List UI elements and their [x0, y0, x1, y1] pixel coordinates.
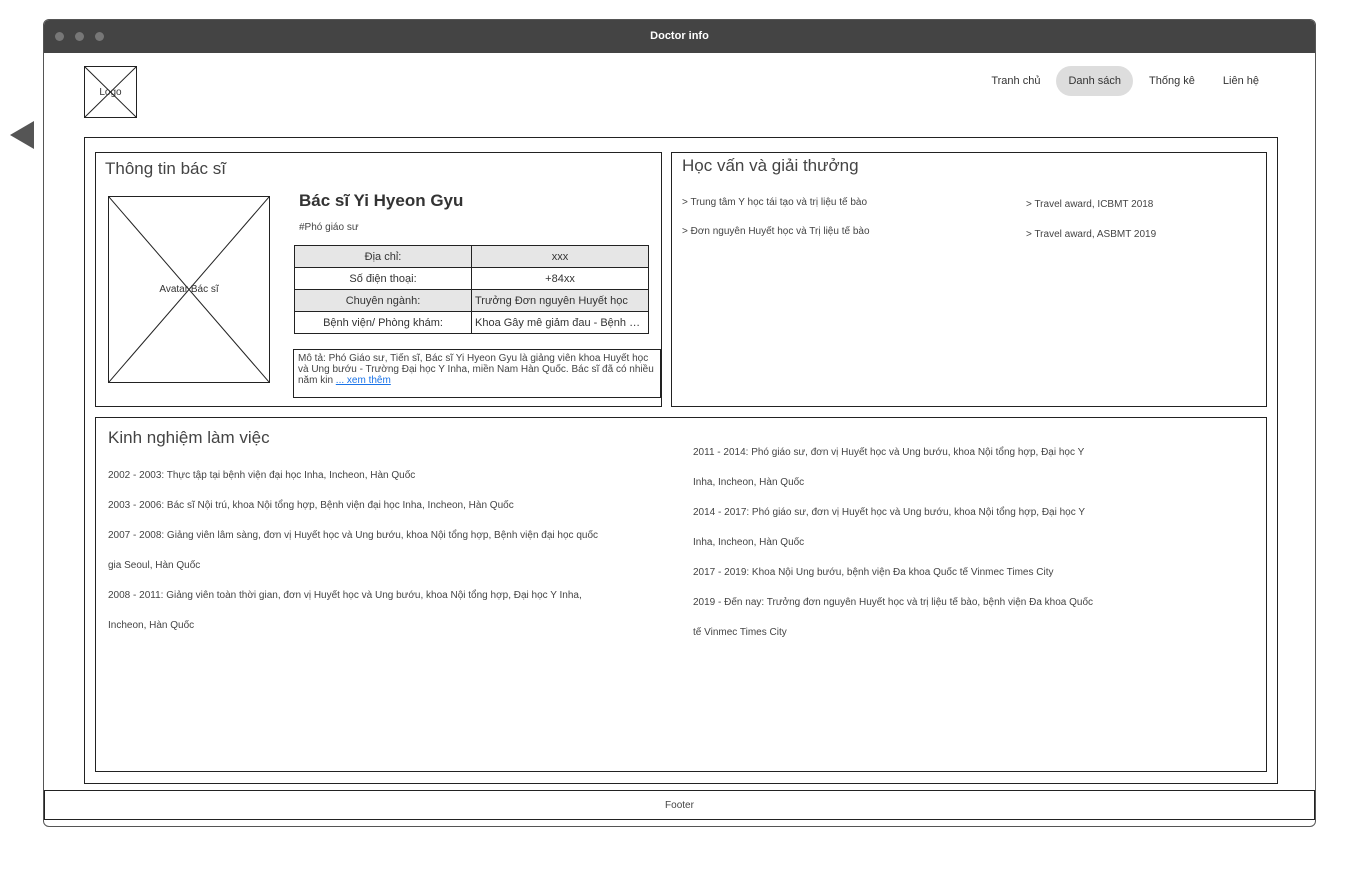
experience-line: 2002 - 2003: Thực tập tại bệnh viện đại …	[108, 470, 416, 481]
main-content: Thông tin bác sĩ Avatar Bác sĩ Bác sĩ Yi…	[84, 137, 1278, 784]
award-item: > Travel award, ICBMT 2018	[1026, 199, 1154, 210]
avatar: Avatar Bác sĩ	[108, 196, 270, 383]
experience-line: Inha, Incheon, Hàn Quốc	[693, 537, 805, 548]
see-more-link[interactable]: ... xem thêm	[336, 375, 391, 386]
logo-placeholder[interactable]: Logo	[84, 66, 137, 118]
doctor-position: #Phó giáo sư	[299, 222, 359, 233]
field-label-specialty: Chuyên ngành:	[294, 289, 472, 312]
experience-panel: Kinh nghiệm làm việc 2002 - 2003: Thực t…	[95, 417, 1267, 772]
table-row: Số điện thoại: +84xx	[294, 267, 649, 290]
field-value-phone: +84xx	[471, 267, 649, 290]
table-row: Bệnh viện/ Phòng khám: Khoa Gây mê giảm …	[294, 311, 649, 334]
field-label-hospital: Bệnh viện/ Phòng khám:	[294, 311, 472, 334]
table-row: Chuyên ngành: Trưởng Đơn nguyên Huyết họ…	[294, 289, 649, 312]
field-value-specialty: Trưởng Đơn nguyên Huyết học	[471, 289, 649, 312]
doctor-name: Bác sĩ Yi Hyeon Gyu	[299, 191, 464, 210]
doctor-description: Mô tả: Phó Giáo sư, Tiến sĩ, Bác sĩ Yi H…	[293, 349, 661, 398]
experience-line: Inha, Incheon, Hàn Quốc	[693, 477, 805, 488]
title-bar: Doctor info	[44, 20, 1315, 53]
education-item: > Đơn nguyên Huyết học và Trị liệu tế bà…	[682, 226, 870, 237]
experience-line: 2011 - 2014: Phó giáo sư, đơn vị Huyết h…	[693, 447, 1085, 458]
education-item: > Trung tâm Y học tái tạo và trị liệu tế…	[682, 197, 868, 208]
experience-line: 2017 - 2019: Khoa Nội Ung bướu, bệnh việ…	[693, 567, 1054, 578]
experience-line: 2003 - 2006: Bác sĩ Nội trú, khoa Nội tổ…	[108, 500, 514, 511]
window-close-dot[interactable]	[55, 32, 64, 41]
back-arrow-icon[interactable]	[10, 121, 34, 149]
experience-line: gia Seoul, Hàn Quốc	[108, 560, 201, 571]
logo-label: Logo	[99, 86, 122, 98]
experience-line: 2007 - 2008: Giảng viên lâm sàng, đơn vị…	[108, 530, 598, 541]
experience-line: tế Vinmec Times City	[693, 627, 787, 638]
education-panel: Học vấn và giải thưởng > Trung tâm Y học…	[671, 152, 1267, 407]
doctor-info-title: Thông tin bác sĩ	[105, 159, 226, 178]
doctor-info-table: Địa chỉ: xxx Số điện thoại: +84xx Chuyên…	[294, 245, 649, 334]
experience-line: Incheon, Hàn Quốc	[108, 620, 195, 631]
window-maximize-dot[interactable]	[95, 32, 104, 41]
table-row: Địa chỉ: xxx	[294, 245, 649, 268]
field-value-hospital: Khoa Gây mê giảm đau - Bệnh viện	[471, 311, 649, 334]
experience-line: 2014 - 2017: Phó giáo sư, đơn vị Huyết h…	[693, 507, 1085, 518]
nav-item-contact[interactable]: Liên hệ	[1211, 66, 1271, 96]
footer: Footer	[44, 790, 1315, 820]
main-nav: Tranh chủ Danh sách Thống kê Liên hệ	[979, 66, 1271, 96]
award-item: > Travel award, ASBMT 2019	[1026, 229, 1157, 240]
window-minimize-dot[interactable]	[75, 32, 84, 41]
browser-window: Doctor info Logo Tranh chủ Danh sách Thố…	[43, 19, 1316, 827]
education-title: Học vấn và giải thưởng	[682, 156, 859, 175]
experience-line: 2019 - Đến nay: Trưởng đơn nguyên Huyết …	[693, 597, 1094, 608]
nav-item-home[interactable]: Tranh chủ	[979, 66, 1052, 96]
window-title: Doctor info	[650, 30, 709, 42]
doctor-info-panel: Thông tin bác sĩ Avatar Bác sĩ Bác sĩ Yi…	[95, 152, 662, 407]
nav-item-statistics[interactable]: Thống kê	[1137, 66, 1207, 96]
experience-line: 2008 - 2011: Giảng viên toàn thời gian, …	[108, 590, 582, 601]
avatar-label: Avatar Bác sĩ	[159, 284, 219, 295]
field-label-address: Địa chỉ:	[294, 245, 472, 268]
experience-title: Kinh nghiệm làm việc	[108, 428, 270, 447]
field-value-address: xxx	[471, 245, 649, 268]
nav-item-list[interactable]: Danh sách	[1056, 66, 1134, 96]
field-label-phone: Số điện thoại:	[294, 267, 472, 290]
